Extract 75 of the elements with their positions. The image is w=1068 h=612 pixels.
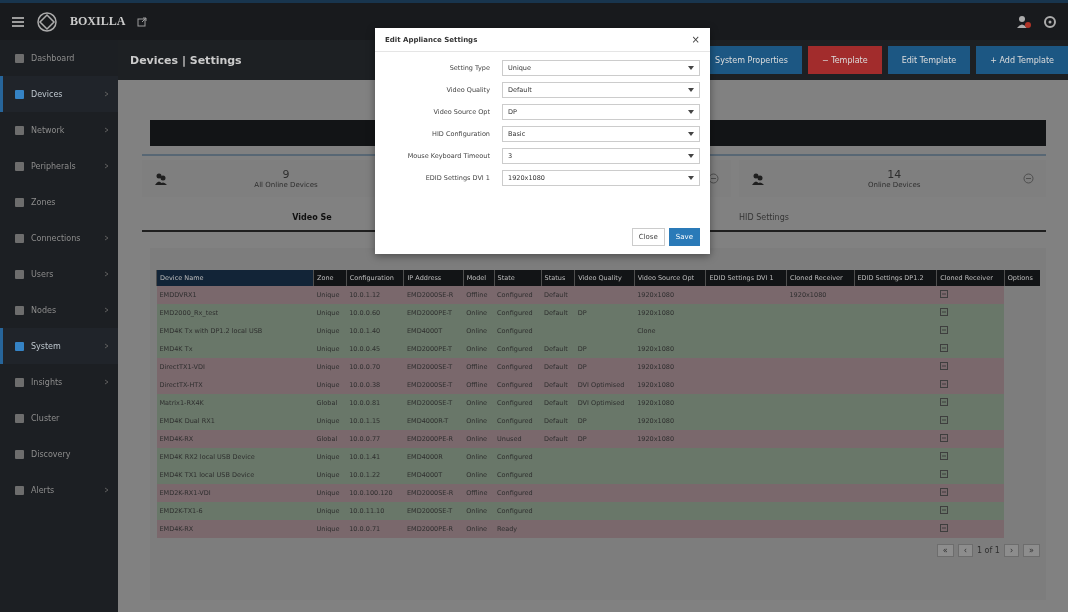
- header-button[interactable]: + Add Template: [976, 46, 1068, 74]
- page-title: Devices | Settings: [130, 53, 242, 67]
- close-button[interactable]: ×: [691, 34, 700, 45]
- square-icon: [15, 161, 24, 171]
- menu-icon[interactable]: [12, 16, 24, 27]
- square-icon: [15, 89, 24, 99]
- square-icon: [15, 449, 24, 459]
- stat-value: 14: [887, 168, 902, 181]
- sidebar-item[interactable]: Cluster: [0, 400, 118, 436]
- caret-icon: [688, 176, 694, 180]
- sidebar-item[interactable]: Devices: [0, 76, 118, 112]
- options-icon[interactable]: [939, 506, 948, 514]
- caret-icon: [688, 154, 694, 158]
- sidebar-item[interactable]: Discovery: [0, 436, 118, 472]
- sidebar-item[interactable]: Nodes: [0, 292, 118, 328]
- sidebar-item[interactable]: Alerts: [0, 472, 118, 508]
- options-icon[interactable]: [939, 434, 948, 442]
- user-icon[interactable]: [1016, 14, 1032, 29]
- chevron-icon: [104, 487, 110, 493]
- square-icon: [15, 197, 24, 207]
- options-icon[interactable]: [939, 470, 948, 478]
- users-icon: [154, 172, 168, 185]
- chevron-icon: [104, 307, 110, 313]
- options-icon[interactable]: [939, 524, 948, 532]
- chevron-icon: [104, 235, 110, 241]
- last-page-button[interactable]: »: [1023, 544, 1040, 557]
- header-button[interactable]: Edit Template: [887, 46, 971, 74]
- square-icon: [15, 53, 24, 63]
- options-icon[interactable]: [939, 308, 948, 316]
- sidebar-item[interactable]: Zones: [0, 184, 118, 220]
- options-icon[interactable]: [939, 326, 948, 334]
- caret-icon: [688, 132, 694, 136]
- options-icon[interactable]: [939, 344, 948, 352]
- header-button[interactable]: − Template: [807, 46, 882, 74]
- chevron-icon: [104, 127, 110, 133]
- options-icon[interactable]: [939, 398, 948, 406]
- next-page-button[interactable]: ›: [1003, 544, 1020, 557]
- first-page-button[interactable]: «: [936, 544, 954, 557]
- chevron-icon: [104, 379, 110, 385]
- caret-icon: [688, 110, 694, 114]
- square-icon: [15, 125, 24, 135]
- sidebar-item[interactable]: System: [0, 328, 118, 364]
- chevron-icon: [104, 271, 110, 277]
- chevron-icon: [104, 343, 110, 349]
- options-icon[interactable]: [939, 416, 948, 424]
- square-icon: [15, 269, 24, 279]
- stat-value: 9: [282, 168, 290, 181]
- options-icon[interactable]: [939, 452, 948, 460]
- square-icon: [15, 341, 24, 351]
- options-icon[interactable]: [939, 488, 948, 496]
- sidebar-item[interactable]: Network: [0, 112, 118, 148]
- options-icon[interactable]: [939, 290, 948, 298]
- chevron-icon: [104, 91, 110, 97]
- square-icon: [15, 413, 24, 423]
- page-indicator: 1 of 1: [976, 546, 1000, 555]
- sidebar-item[interactable]: Peripherals: [0, 148, 118, 184]
- sidebar-item[interactable]: Insights: [0, 364, 118, 400]
- users-icon: [751, 172, 766, 185]
- caret-icon: [688, 66, 694, 70]
- brand-name: BOXILLA: [70, 14, 126, 29]
- sidebar-item[interactable]: Dashboard: [0, 40, 118, 76]
- square-icon: [15, 233, 24, 243]
- settings-icon[interactable]: [1044, 15, 1056, 28]
- previous-page-button[interactable]: ‹: [957, 544, 973, 557]
- external-link-icon[interactable]: [137, 16, 148, 27]
- square-icon: [15, 305, 24, 315]
- sidebar-item[interactable]: Users: [0, 256, 118, 292]
- options-icon[interactable]: [939, 362, 948, 370]
- sidebar-item[interactable]: Connections: [0, 220, 118, 256]
- logo-icon: [36, 10, 58, 33]
- square-icon: [15, 377, 24, 387]
- caret-icon: [688, 88, 694, 92]
- options-icon[interactable]: [939, 380, 948, 388]
- square-icon: [15, 485, 24, 495]
- chevron-icon: [104, 163, 110, 169]
